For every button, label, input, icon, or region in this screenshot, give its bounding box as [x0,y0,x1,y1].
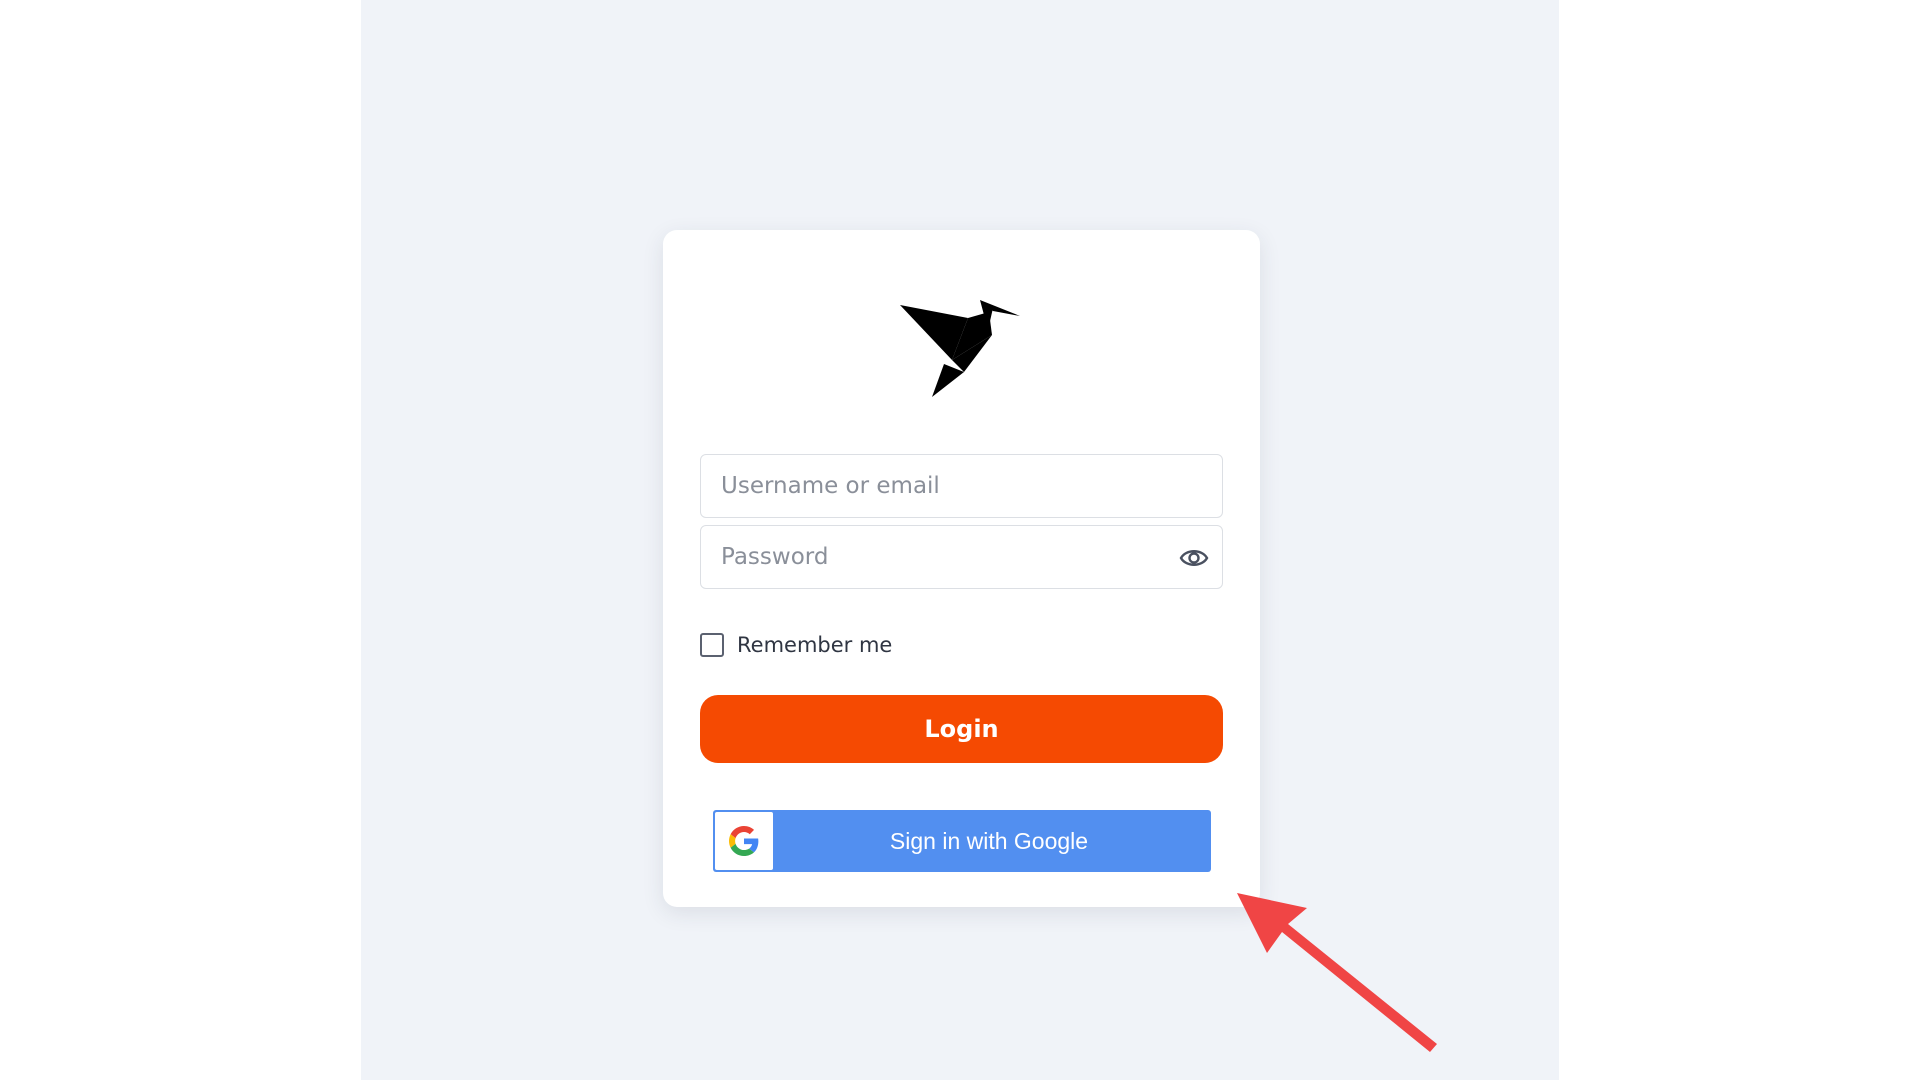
remember-me-label[interactable]: Remember me [737,633,892,657]
password-input[interactable] [701,526,1222,588]
google-signin-label: Sign in with Google [889,827,1089,854]
google-g-icon [729,826,759,856]
login-card: Remember me Login Sign in with Google [663,230,1260,907]
username-input[interactable] [701,455,1222,517]
login-button[interactable]: Login [700,695,1223,763]
remember-me-row[interactable]: Remember me [700,630,892,660]
eye-icon[interactable] [1178,542,1210,574]
remember-me-checkbox[interactable] [700,633,724,657]
origami-bird-logo [900,300,1020,397]
red-arrow-annotation [1237,893,1437,1052]
google-signin-button[interactable]: Sign in with Google [713,810,1211,872]
google-icon-container [715,812,773,870]
password-field[interactable] [700,525,1223,589]
username-field[interactable] [700,454,1223,518]
